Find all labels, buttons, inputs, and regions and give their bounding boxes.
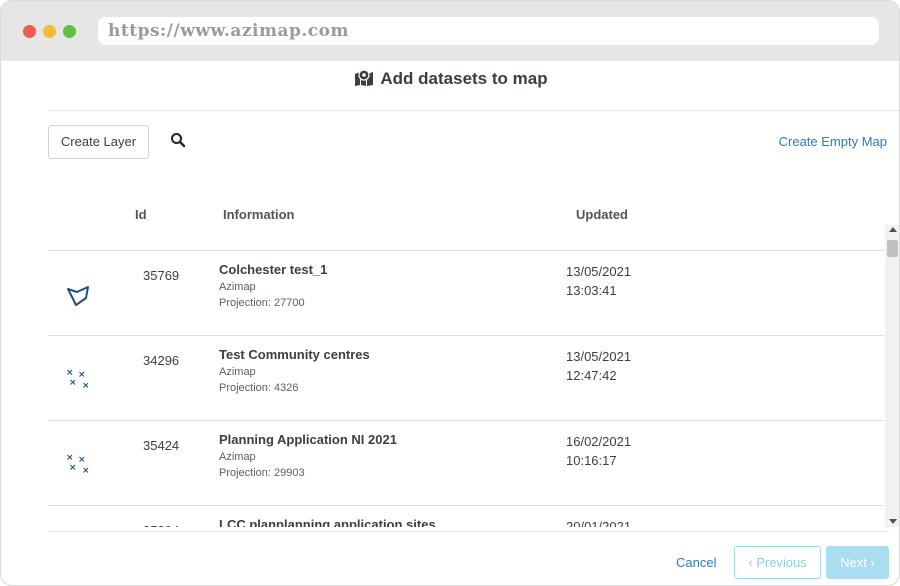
column-header-updated[interactable]: Updated	[576, 207, 628, 222]
map-marker-icon	[354, 69, 374, 92]
footer-divider	[49, 531, 889, 532]
row-updated-date: 16/02/2021	[566, 434, 632, 449]
row-updated: 13/05/2021 12:47:42	[566, 347, 631, 385]
minimize-window-button[interactable]	[43, 25, 56, 38]
svg-text:×: ×	[82, 381, 90, 391]
title-divider	[49, 110, 899, 111]
scrollbar-thumb[interactable]	[887, 240, 898, 257]
address-bar-url: https://www.azimap.com	[108, 21, 349, 41]
table-row[interactable]: × × × × 34296 Test Community centres Azima…	[48, 336, 884, 421]
row-projection: Projection: 4326	[219, 382, 299, 394]
row-updated-date: 13/05/2021	[566, 264, 632, 279]
next-button-label: Next	[840, 555, 867, 570]
row-title: Planning Application NI 2021	[219, 432, 397, 447]
datasets-table: 35769 Colchester test_1 Azimap Projectio…	[48, 250, 884, 527]
row-title: Test Community centres	[219, 347, 370, 362]
row-id: 35394	[143, 523, 179, 527]
row-organisation: Azimap	[219, 451, 256, 463]
row-organisation: Azimap	[219, 281, 256, 293]
row-updated-time: 13:03:41	[566, 283, 617, 298]
row-updated-time: 10:16:17	[566, 453, 617, 468]
previous-button[interactable]: ‹ Previous	[734, 546, 821, 579]
row-title: Colchester test_1	[219, 262, 328, 277]
previous-button-label: Previous	[756, 555, 807, 570]
row-projection: Projection: 29903	[219, 467, 305, 479]
scroll-up-arrow-icon[interactable]	[889, 227, 897, 232]
svg-text:×: ×	[69, 378, 77, 388]
row-updated-time: 12:47:42	[566, 368, 617, 383]
scroll-down-arrow-icon[interactable]	[889, 519, 897, 524]
create-layer-button[interactable]: Create Layer	[48, 125, 149, 159]
browser-toolbar: https://www.azimap.com	[1, 1, 899, 61]
row-projection: Projection: 27700	[219, 297, 305, 309]
chevron-left-icon: ‹	[748, 555, 757, 570]
address-bar[interactable]: https://www.azimap.com	[98, 17, 879, 45]
svg-text:×: ×	[82, 466, 90, 476]
column-header-information[interactable]: Information	[223, 207, 295, 222]
dialog-title: Add datasets to map	[1, 69, 899, 92]
table-row[interactable]: 35769 Colchester test_1 Azimap Projectio…	[48, 251, 884, 336]
browser-window: https://www.azimap.com Add datasets to m…	[0, 0, 900, 586]
row-id: 35424	[143, 438, 180, 453]
row-updated: 20/01/2021	[566, 517, 631, 527]
svg-text:×: ×	[69, 463, 77, 473]
search-icon[interactable]	[170, 132, 186, 148]
row-updated-date: 13/05/2021	[566, 349, 632, 364]
points-icon: × × × ×	[64, 451, 92, 479]
polygon-icon	[64, 281, 92, 309]
cancel-button[interactable]: Cancel	[676, 555, 716, 570]
next-button[interactable]: Next ›	[826, 546, 889, 579]
table-row[interactable]: × × × × 35424 Planning Application NI 2021…	[48, 421, 884, 506]
row-updated: 13/05/2021 13:03:41	[566, 262, 631, 300]
chevron-right-icon: ›	[866, 555, 875, 570]
svg-text:×: ×	[78, 370, 86, 380]
row-updated: 16/02/2021 10:16:17	[566, 432, 631, 470]
svg-text:×: ×	[66, 368, 74, 378]
create-empty-map-link[interactable]: Create Empty Map	[779, 134, 887, 149]
svg-text:×: ×	[78, 455, 86, 465]
svg-text:×: ×	[66, 453, 74, 463]
row-id: 35769	[143, 268, 180, 283]
maximize-window-button[interactable]	[63, 25, 76, 38]
close-window-button[interactable]	[23, 25, 36, 38]
row-updated-date: 20/01/2021	[566, 519, 632, 527]
column-header-id[interactable]: Id	[135, 207, 147, 222]
points-icon: × × × ×	[64, 366, 92, 394]
table-row[interactable]: 35394 LCC planplanning application sites…	[48, 506, 884, 527]
table-scrollbar[interactable]	[885, 225, 899, 527]
row-id: 34296	[143, 353, 180, 368]
dialog-title-text: Add datasets to map	[380, 69, 548, 88]
row-title: LCC planplanning application sites	[219, 517, 436, 527]
row-organisation: Azimap	[219, 366, 256, 378]
